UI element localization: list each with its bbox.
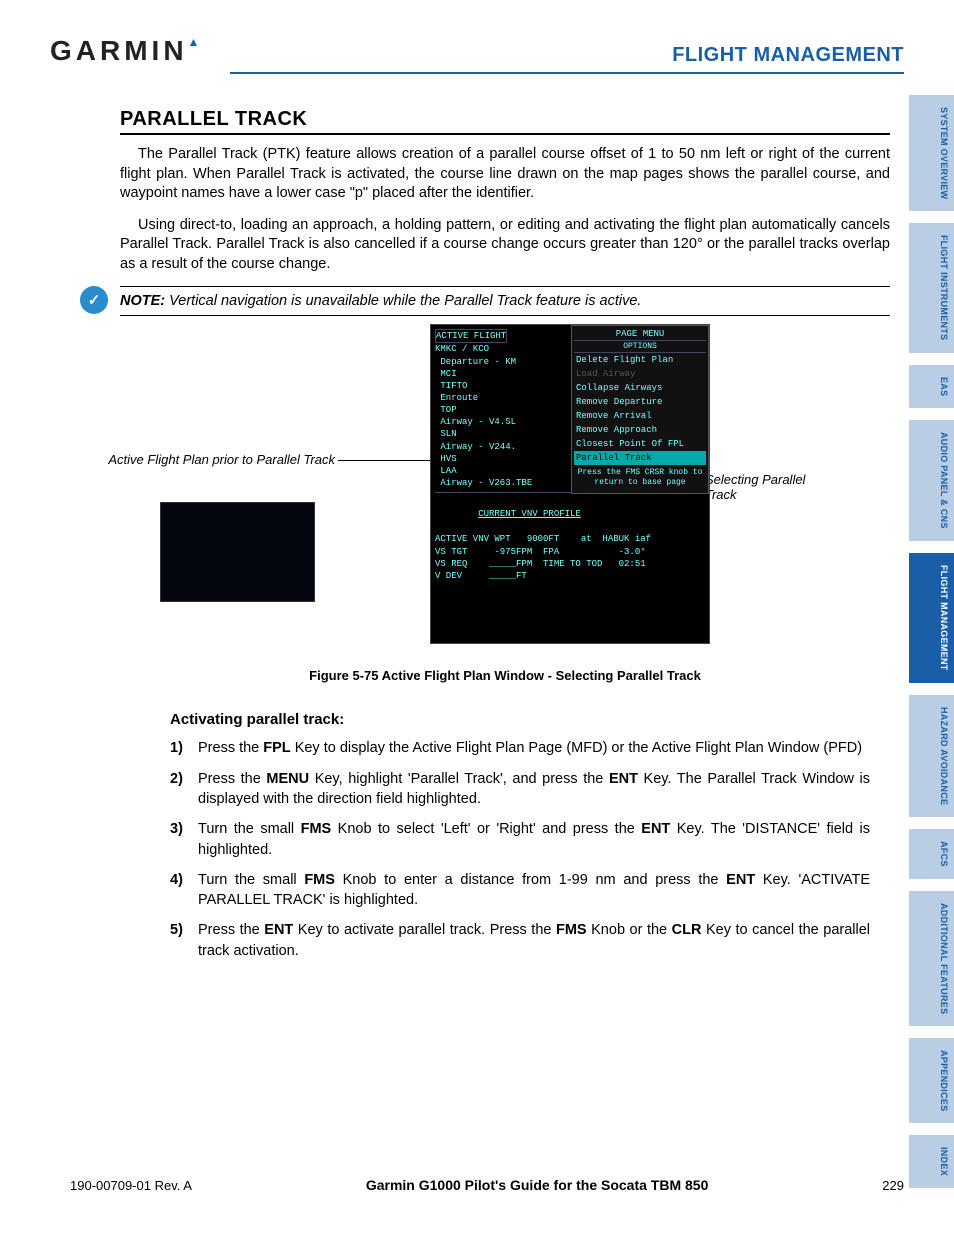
footer-title: Garmin G1000 Pilot's Guide for the Socat…	[366, 1177, 709, 1193]
panel-title: ACTIVE FLIGHT	[435, 329, 507, 343]
logo-triangle-icon: ▲	[188, 35, 204, 49]
vnv-row: V DEV _____FT	[435, 570, 705, 582]
step-number: 1)	[170, 738, 190, 758]
side-tab[interactable]: EAS	[909, 365, 954, 408]
note-body: Vertical navigation is unavailable while…	[165, 293, 641, 309]
step-text: Press the MENU Key, highlight 'Parallel …	[198, 769, 870, 810]
step-number: 5)	[170, 920, 190, 961]
page-header: GARMIN▲ FLIGHT MANAGEMENT	[50, 35, 904, 67]
para-1: The Parallel Track (PTK) feature allows …	[120, 145, 890, 204]
active-flight-plan-panel: ACTIVE FLIGHT KMKC / KCO Departure - KM …	[430, 324, 710, 644]
vnv-title: CURRENT VNV PROFILE	[478, 507, 581, 521]
section-title: PARALLEL TRACK	[120, 108, 890, 131]
section-rule	[120, 133, 890, 135]
step-text: Turn the small FMS Knob to select 'Left'…	[198, 819, 870, 860]
side-tab[interactable]: ADDITIONAL FEATURES	[909, 891, 954, 1026]
procedure-title: Activating parallel track:	[170, 711, 890, 728]
vnv-row: ACTIVE VNV WPT 9000FT at HABUK iaf	[435, 533, 705, 545]
menu-item[interactable]: Parallel Track	[574, 451, 706, 465]
menu-item: Load Airway	[574, 367, 706, 381]
step-number: 3)	[170, 819, 190, 860]
callout-parallel-track: Selecting Parallel Track	[705, 472, 815, 502]
note-lead: NOTE:	[120, 293, 165, 309]
note-icon: ✓	[80, 286, 108, 314]
vnv-row: VS REQ _____FPM TIME TO TOD 02:51	[435, 558, 705, 570]
page-footer: 190-00709-01 Rev. A Garmin G1000 Pilot's…	[70, 1177, 904, 1193]
garmin-logo: GARMIN▲	[50, 35, 203, 67]
menu-hint: Press the FMS CRSR knob to return to bas…	[574, 465, 706, 490]
menu-item[interactable]: Collapse Airways	[574, 381, 706, 395]
side-tab[interactable]: FLIGHT MANAGEMENT	[909, 553, 954, 683]
page-content: PARALLEL TRACK The Parallel Track (PTK) …	[120, 108, 890, 971]
procedure-step: 2)Press the MENU Key, highlight 'Paralle…	[170, 769, 870, 810]
side-tab[interactable]: HAZARD AVOIDANCE	[909, 695, 954, 817]
figure-area: Active Flight Plan prior to Parallel Tra…	[120, 324, 890, 664]
procedure-step: 4)Turn the small FMS Knob to enter a dis…	[170, 870, 870, 911]
figure-caption: Figure 5-75 Active Flight Plan Window - …	[120, 668, 890, 683]
header-rule	[230, 72, 904, 74]
side-tab[interactable]: AFCS	[909, 829, 954, 879]
menu-item[interactable]: Remove Arrival	[574, 409, 706, 423]
mfd-thumbnail	[160, 502, 315, 602]
menu-title: PAGE MENU	[574, 328, 706, 341]
page-menu: PAGE MENU OPTIONS Delete Flight PlanLoad…	[571, 325, 709, 493]
side-tab[interactable]: APPENDICES	[909, 1038, 954, 1124]
menu-item[interactable]: Delete Flight Plan	[574, 353, 706, 367]
step-text: Press the ENT Key to activate parallel t…	[198, 920, 870, 961]
footer-docnum: 190-00709-01 Rev. A	[70, 1178, 192, 1193]
menu-options-label: OPTIONS	[574, 341, 706, 353]
side-tabs: SYSTEM OVERVIEW FLIGHT INSTRUMENTS EAS AUDI…	[909, 95, 954, 1188]
procedure-steps: 1) Press the FPL Key to display the Activ…	[170, 738, 870, 961]
step-text: Turn the small FMS Knob to enter a dista…	[198, 870, 870, 911]
menu-item[interactable]: Closest Point Of FPL	[574, 437, 706, 451]
vnv-row: VS TGT -975FPM FPA -3.0°	[435, 546, 705, 558]
side-tab[interactable]: FLIGHT INSTRUMENTS	[909, 223, 954, 352]
procedure-step: 3)Turn the small FMS Knob to select 'Lef…	[170, 819, 870, 860]
side-tab[interactable]: INDEX	[909, 1135, 954, 1188]
menu-item[interactable]: Remove Approach	[574, 423, 706, 437]
note-block: ✓ NOTE: Vertical navigation is unavailab…	[80, 286, 890, 316]
step-number: 4)	[170, 870, 190, 911]
callout-active-fpl: Active Flight Plan prior to Parallel Tra…	[85, 452, 335, 467]
step-number: 2)	[170, 769, 190, 810]
logo-text: GARMIN	[50, 35, 188, 66]
side-tab[interactable]: SYSTEM OVERVIEW	[909, 95, 954, 211]
side-tab[interactable]: AUDIO PANEL & CNS	[909, 420, 954, 541]
callout-left-arrow	[338, 460, 430, 461]
footer-pagenum: 229	[882, 1178, 904, 1193]
step-text: Press the FPL Key to display the Active …	[198, 738, 862, 758]
menu-item[interactable]: Remove Departure	[574, 395, 706, 409]
note-text: NOTE: Vertical navigation is unavailable…	[120, 286, 890, 316]
procedure-step: 5)Press the ENT Key to activate parallel…	[170, 920, 870, 961]
para-2: Using direct-to, loading an approach, a …	[120, 216, 890, 275]
section-header-title: FLIGHT MANAGEMENT	[672, 44, 904, 67]
procedure-step: 1) Press the FPL Key to display the Activ…	[170, 738, 870, 758]
